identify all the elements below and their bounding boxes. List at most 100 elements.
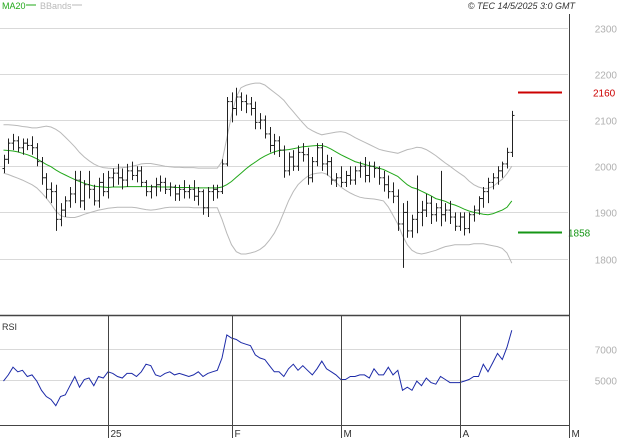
ohlc-bar	[82, 180, 87, 211]
rsi-layer	[3, 330, 513, 407]
price-panel: 1800 1900 2000 2100 2200 2300 2160 1858	[0, 25, 618, 317]
ohlc-bar	[168, 182, 173, 197]
ohlc-bar	[372, 161, 377, 178]
ohlc-bar	[367, 161, 372, 183]
ohlc-bar	[220, 159, 225, 194]
ohlc-bar	[363, 157, 368, 183]
price-tick-label: 1900	[595, 209, 618, 220]
time-tick-label: M	[572, 429, 580, 440]
ohlc-bar	[192, 180, 197, 201]
ohlc-bar	[225, 96, 230, 167]
ohlc-bar	[277, 136, 282, 157]
ohlc-bar	[334, 173, 339, 188]
ohlc-bar	[477, 196, 482, 215]
time-tick-label: A	[463, 429, 470, 440]
ohlc-bar	[49, 182, 54, 204]
chart-svg: MA20 BBands © TEC 14/5/2025 3:0 GMT 1800…	[0, 1, 618, 440]
bbands-upper-line	[3, 82, 513, 189]
ohlc-bar	[211, 184, 216, 201]
price-tick-label: 2100	[595, 117, 618, 128]
ohlc-bar	[87, 170, 92, 199]
ohlc-bar	[301, 143, 306, 162]
price-tick-label: 2300	[595, 25, 618, 36]
ohlc-bar	[268, 126, 273, 153]
ohlc-bar	[244, 94, 249, 114]
ohlc-bar	[496, 166, 501, 185]
ohlc-bar	[182, 180, 187, 199]
ohlc-bar	[458, 212, 463, 231]
ohlc-bar	[253, 101, 258, 130]
ohlc-bar	[505, 147, 510, 169]
ohlc-bar	[382, 170, 387, 192]
ohlc-bar	[63, 196, 68, 218]
ohlc-bar	[287, 152, 292, 176]
ohlc-bar	[472, 205, 477, 222]
ohlc-bar	[415, 175, 420, 234]
ohlc-bar	[391, 182, 396, 204]
ohlc-bar	[439, 170, 444, 227]
rsi-panel: RSI 5000 7000	[0, 322, 618, 407]
price-tick-label: 1800	[595, 256, 618, 267]
ohlc-bar	[249, 96, 254, 116]
price-grid	[0, 28, 568, 260]
ma20-legend-label: MA20	[2, 1, 26, 11]
ohlc-bar	[424, 193, 429, 218]
price-tick-label: 2000	[595, 163, 618, 174]
ohlc-bar	[481, 187, 486, 208]
ohlc-bar	[158, 175, 163, 192]
ohlc-bar	[144, 180, 149, 197]
ohlc-bar	[325, 154, 330, 176]
ohlc-bar	[339, 166, 344, 188]
ohlc-bar	[310, 157, 315, 183]
rsi-y-axis: 5000 7000	[595, 346, 618, 388]
ohlc-bar	[187, 184, 192, 199]
ohlc-bar	[54, 184, 59, 231]
ohlc-bar	[25, 138, 30, 151]
ohlc-bar	[353, 166, 358, 185]
ohlc-bar	[135, 166, 140, 183]
ohlc-bar	[467, 212, 472, 234]
time-axis: 25 F M A M	[0, 316, 580, 440]
ohlc-bar	[291, 150, 296, 171]
ohlc-bar	[486, 177, 491, 204]
stock-chart: MA20 BBands © TEC 14/5/2025 3:0 GMT 1800…	[0, 0, 627, 440]
ohlc-bar	[510, 110, 515, 157]
ohlc-bar	[111, 168, 116, 188]
ohlc-bar	[106, 170, 111, 199]
rsi-line	[3, 330, 513, 407]
chart-header: MA20 BBands © TEC 14/5/2025 3:0 GMT	[2, 1, 576, 11]
ohlc-bar	[68, 187, 73, 208]
time-tick-label: F	[235, 429, 241, 440]
ohlc-bar	[420, 200, 425, 227]
ohlc-bar	[139, 166, 144, 188]
ohlc-bar	[2, 154, 7, 174]
ohlc-bar	[78, 170, 83, 208]
ohlc-bar	[44, 173, 49, 199]
ohlc-bar	[16, 136, 21, 153]
price-tick-label: 2200	[595, 71, 618, 82]
copyright-text: © TEC 14/5/2025 3:0 GMT	[468, 1, 577, 11]
time-tick-label: M	[344, 429, 352, 440]
rsi-tick-label: 5000	[595, 377, 618, 388]
ohlc-bar	[196, 187, 201, 206]
ohlc-bar	[215, 184, 220, 199]
ohlc-bar	[116, 163, 121, 185]
ohlc-bar	[73, 170, 78, 204]
ohlc-bar	[453, 212, 458, 231]
bollinger-bands	[3, 82, 513, 264]
price-y-axis: 1800 1900 2000 2100 2200 2300	[595, 25, 618, 267]
rsi-tick-label: 7000	[595, 346, 618, 357]
ohlc-bar	[35, 143, 40, 167]
ohlc-bar	[462, 212, 467, 236]
ohlc-bar	[329, 157, 334, 185]
price-level-label: 2160	[593, 89, 616, 100]
ohlc-bar	[258, 113, 263, 130]
ohlc-bar	[296, 145, 301, 171]
ohlc-bar	[500, 161, 505, 178]
ohlc-bar	[120, 168, 125, 190]
ohlc-bar	[97, 177, 102, 208]
ohlc-bar	[348, 166, 353, 185]
ohlc-bar	[30, 136, 35, 155]
ohlc-bar	[344, 170, 349, 188]
time-tick-label: 25	[111, 429, 123, 440]
